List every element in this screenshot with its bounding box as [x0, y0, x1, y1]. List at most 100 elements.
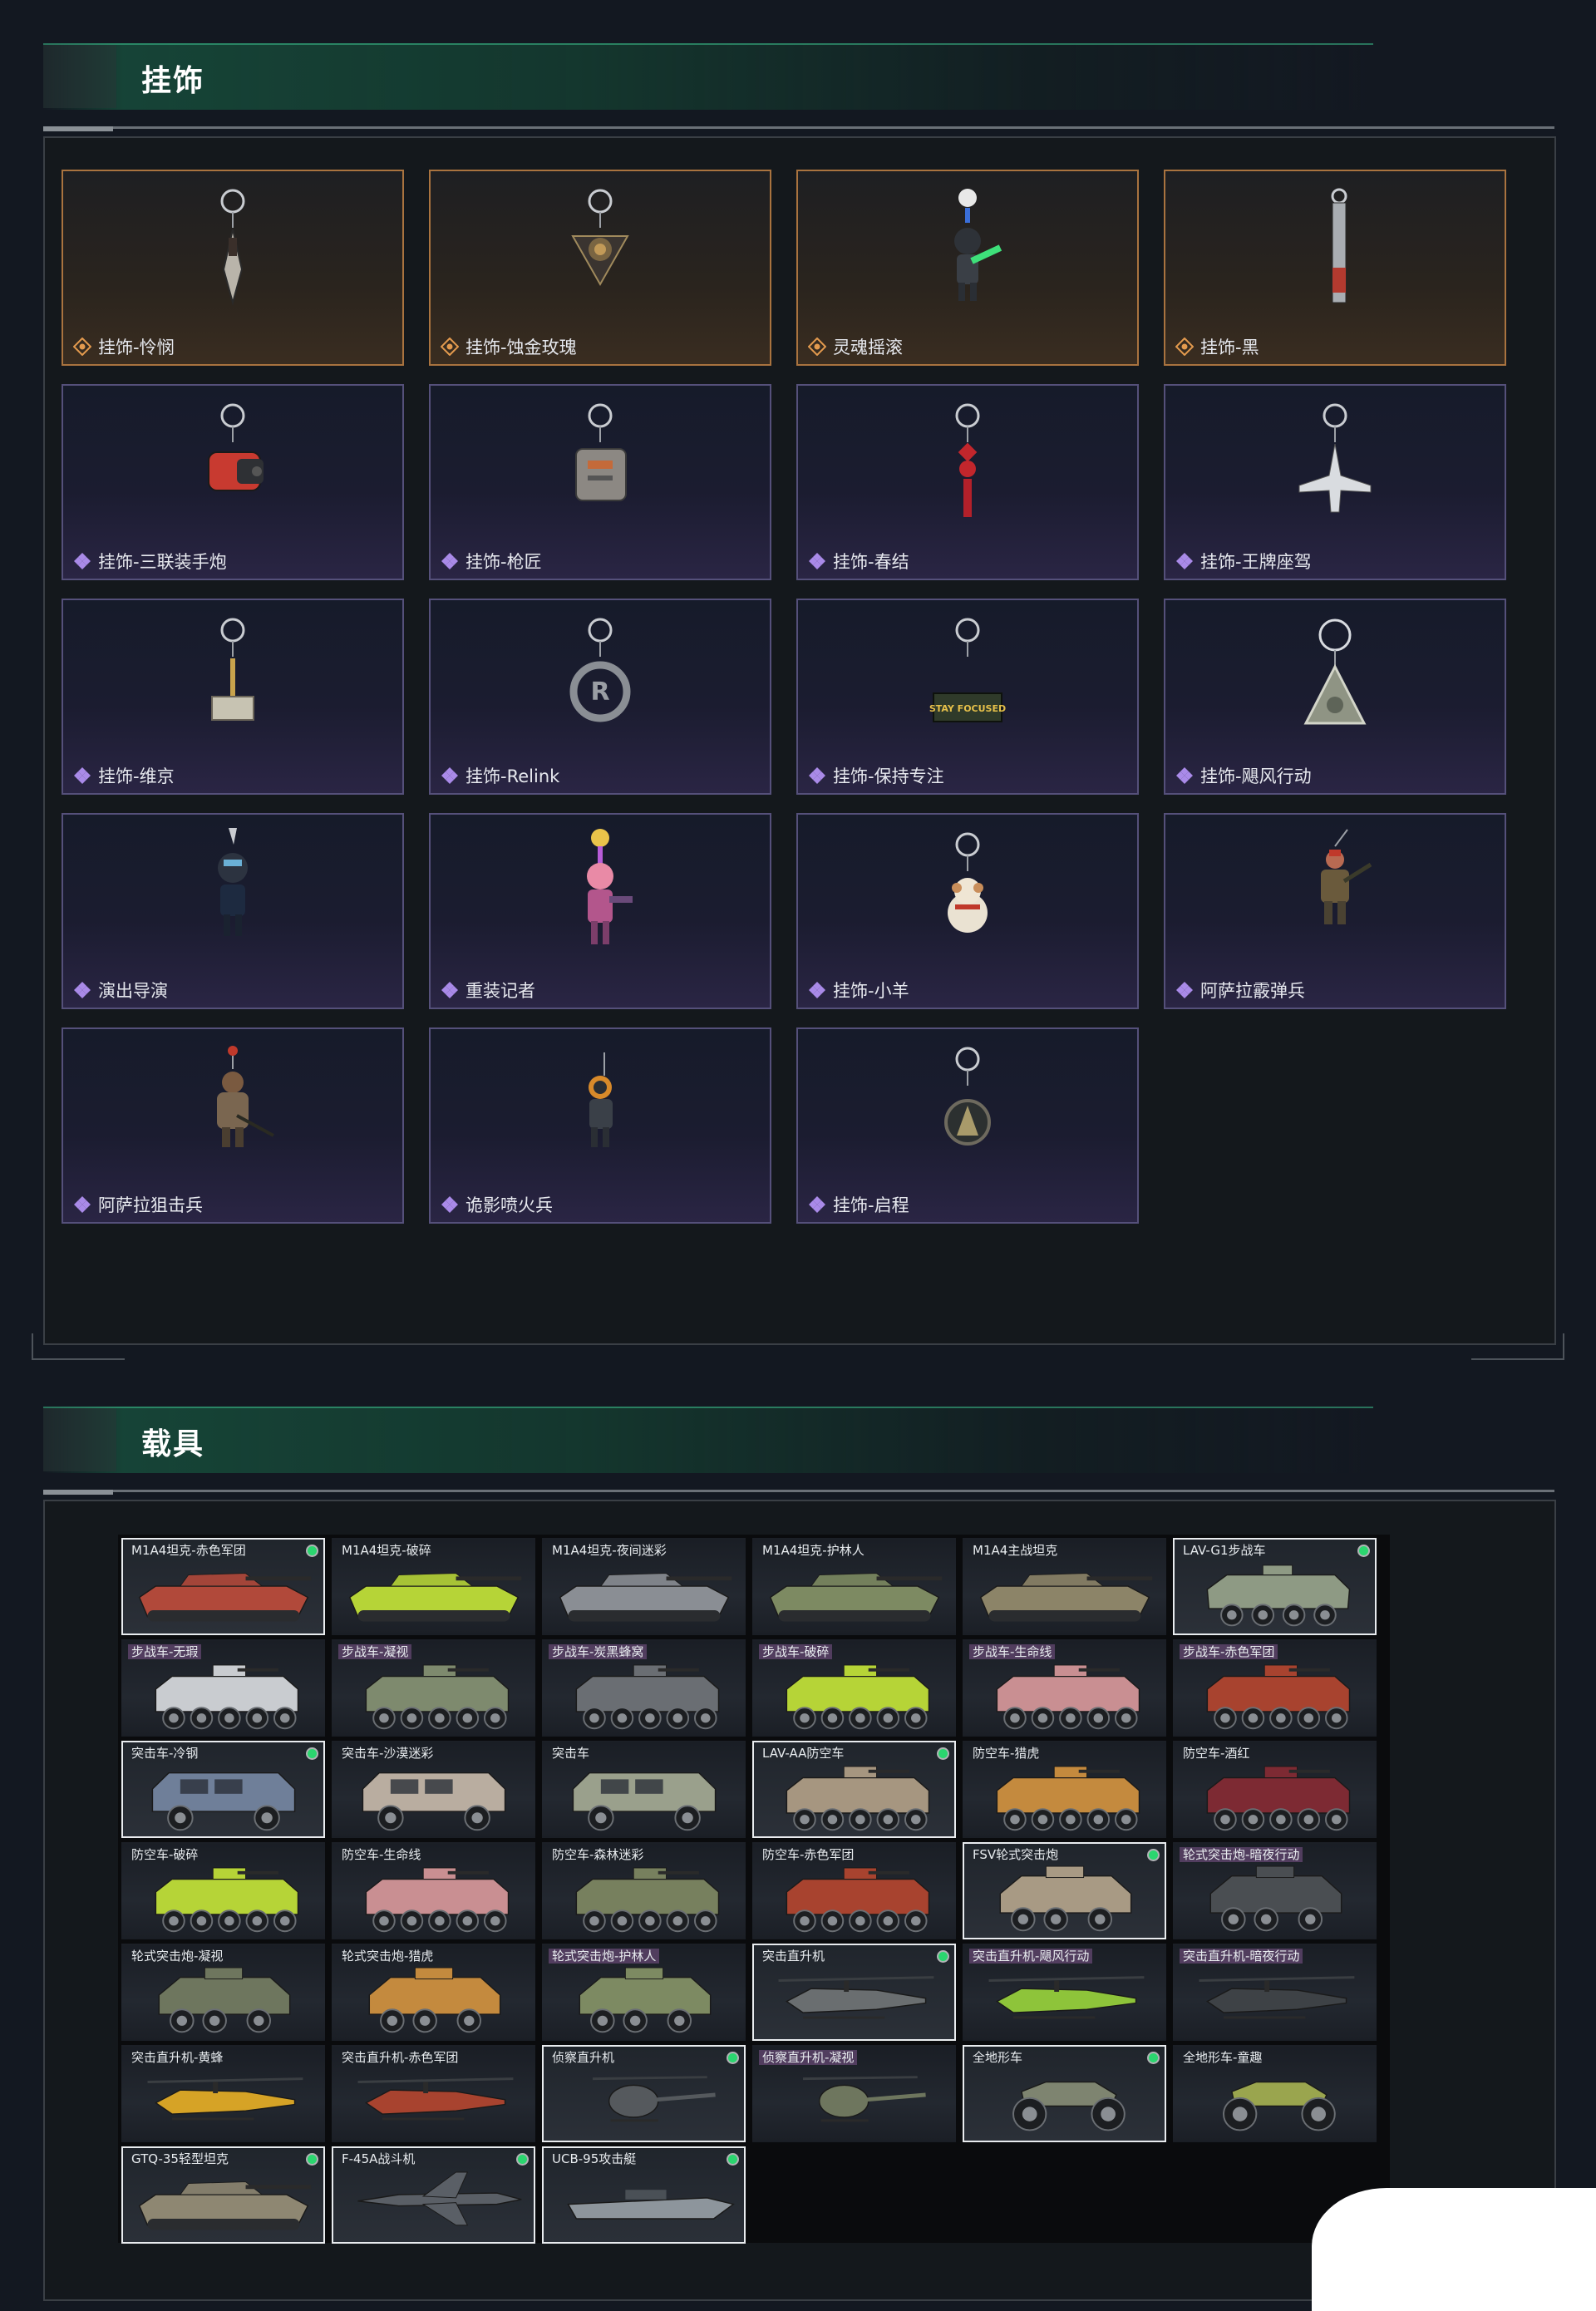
charm-card[interactable]: 挂饰-蚀金玫瑰: [429, 170, 771, 366]
charm-card[interactable]: 演出导演: [62, 813, 404, 1009]
vehicle-card[interactable]: 防空车-破碎: [121, 1842, 325, 1939]
vehicle-card[interactable]: M1A4坦克-赤色军团: [121, 1538, 325, 1635]
vehicle-name: 突击直升机-飓风行动: [969, 1949, 1093, 1964]
vehicle-card[interactable]: M1A4主战坦克: [963, 1538, 1166, 1635]
vehicle-name: GTQ-35轻型坦克: [131, 2151, 229, 2166]
charm-card[interactable]: 挂饰-飓风行动: [1164, 599, 1506, 795]
charm-label-row: 阿萨拉霰弹兵: [1175, 978, 1305, 1003]
vehicle-name: 防空车-赤色军团: [762, 1847, 855, 1862]
vehicle-card[interactable]: LAV-AA防空车: [752, 1741, 956, 1838]
vehicles-section-title: 载具: [141, 1427, 205, 1461]
vehicle-card[interactable]: 防空车-酒红: [1173, 1741, 1377, 1838]
owned-status-dot: [1359, 1546, 1368, 1555]
vehicle-card[interactable]: 全地形车: [963, 2045, 1166, 2142]
charm-label-row: 挂饰-黑: [1175, 334, 1259, 359]
vehicle-card[interactable]: 侦察直升机-凝视: [752, 2045, 956, 2142]
charms-grid: 挂饰-怜悯 挂饰-蚀金玫瑰 灵魂摇滚 挂饰-黑 挂饰-三联装手炮 挂饰-枪匠 挂…: [62, 170, 1506, 1224]
charm-card[interactable]: 阿萨拉狙击兵: [62, 1027, 404, 1224]
vehicle-card[interactable]: 步战车-生命线: [963, 1639, 1166, 1737]
vehicle-card[interactable]: GTQ-35轻型坦克: [121, 2146, 325, 2244]
epic-rarity-icon: [1176, 553, 1193, 569]
vehicle-card[interactable]: F-45A战斗机: [332, 2146, 535, 2244]
vehicle-name: 步战车-无瑕: [128, 1644, 202, 1659]
epic-rarity-icon: [809, 767, 825, 784]
charm-triangle-icon: [1303, 618, 1367, 725]
charm-name: 挂饰-小羊: [833, 981, 909, 1001]
charm-jet-icon: [1298, 403, 1372, 513]
vehicle-card[interactable]: M1A4坦克-夜间迷彩: [542, 1538, 746, 1635]
owned-status-dot: [728, 2155, 737, 2164]
vehicle-card[interactable]: M1A4坦克-破碎: [332, 1538, 535, 1635]
charm-card[interactable]: 挂饰-维京: [62, 599, 404, 795]
charm-card[interactable]: 灵魂摇滚: [796, 170, 1139, 366]
vehicle-card[interactable]: 步战车-破碎: [752, 1639, 956, 1737]
vehicle-card[interactable]: M1A4坦克-护林人: [752, 1538, 956, 1635]
vehicle-card[interactable]: 突击直升机-暗夜行动: [1173, 1944, 1377, 2041]
charm-label-row: 挂饰-王牌座驾: [1175, 549, 1312, 574]
vehicle-name: 突击直升机-暗夜行动: [1180, 1949, 1303, 1964]
charm-card[interactable]: 阿萨拉霰弹兵: [1164, 813, 1506, 1009]
vehicle-card[interactable]: 轮式突击炮-护林人: [542, 1944, 746, 2041]
vehicle-card[interactable]: LAV-G1步战车: [1173, 1538, 1377, 1635]
charm-card[interactable]: 挂饰-黑: [1164, 170, 1506, 366]
charm-kunai-icon: [220, 189, 245, 306]
vehicle-name: 轮式突击炮-猎虎: [342, 1949, 434, 1964]
vehicle-name: 步战车-炭黑蜂窝: [549, 1644, 648, 1659]
vehicles-section-header: 载具: [43, 1407, 1373, 1473]
vehicle-name: 防空车-森林迷彩: [552, 1847, 644, 1862]
vehicle-card[interactable]: 全地形车-童趣: [1173, 2045, 1377, 2142]
vehicle-card[interactable]: 防空车-猎虎: [963, 1741, 1166, 1838]
vehicle-card[interactable]: 突击车-沙漠迷彩: [332, 1741, 535, 1838]
vehicle-card[interactable]: FSV轮式突击炮: [963, 1842, 1166, 1939]
charm-label-row: 挂饰-怜悯: [73, 334, 175, 359]
vehicle-card[interactable]: 突击直升机-赤色军团: [332, 2045, 535, 2142]
charm-card[interactable]: 挂饰-枪匠: [429, 384, 771, 580]
charm-soldier-red-icon: [1321, 829, 1372, 924]
epic-rarity-icon: [809, 982, 825, 998]
epic-rarity-icon: [74, 982, 91, 998]
vehicle-card[interactable]: 突击车: [542, 1741, 746, 1838]
vehicle-name: 步战车-赤色军团: [1180, 1644, 1278, 1659]
vehicle-card[interactable]: 突击直升机-飓风行动: [963, 1944, 1166, 2041]
charm-card[interactable]: 挂饰-怜悯: [62, 170, 404, 366]
vehicle-card[interactable]: 突击直升机: [752, 1944, 956, 2041]
vehicle-card[interactable]: 步战车-赤色军团: [1173, 1639, 1377, 1737]
epic-rarity-icon: [74, 553, 91, 569]
vehicle-card[interactable]: 轮式突击炮-暗夜行动: [1173, 1842, 1377, 1939]
owned-status-dot: [938, 1749, 948, 1758]
vehicle-card[interactable]: 突击直升机-黄蜂: [121, 2045, 325, 2142]
vehicle-card[interactable]: 防空车-赤色军团: [752, 1842, 956, 1939]
epic-rarity-icon: [809, 1196, 825, 1213]
vehicle-card[interactable]: 侦察直升机: [542, 2045, 746, 2142]
charm-card[interactable]: 挂饰-王牌座驾: [1164, 384, 1506, 580]
charm-card[interactable]: 挂饰-春结: [796, 384, 1139, 580]
charm-ring-icon: R: [569, 618, 631, 722]
charm-name: 阿萨拉狙击兵: [98, 1195, 203, 1215]
legendary-rarity-icon: [1175, 338, 1194, 356]
charm-card[interactable]: R 挂饰-Relink: [429, 599, 771, 795]
vehicle-card[interactable]: UCB-95攻击艇: [542, 2146, 746, 2244]
charm-cannon-icon: [208, 403, 264, 491]
vehicle-card[interactable]: 步战车-凝视: [332, 1639, 535, 1737]
vehicle-card[interactable]: 防空车-生命线: [332, 1842, 535, 1939]
charm-card[interactable]: 挂饰-小羊: [796, 813, 1139, 1009]
vehicle-card[interactable]: 轮式突击炮-凝视: [121, 1944, 325, 2041]
charm-label-row: 灵魂摇滚: [808, 334, 903, 359]
charm-card[interactable]: STAY FOCUSED 挂饰-保持专注: [796, 599, 1139, 795]
charm-card[interactable]: 挂饰-启程: [796, 1027, 1139, 1224]
epic-rarity-icon: [74, 767, 91, 784]
vehicle-name: 轮式突击炮-凝视: [131, 1949, 224, 1964]
vehicle-card[interactable]: 步战车-炭黑蜂窝: [542, 1639, 746, 1737]
charm-name: 挂饰-Relink: [466, 766, 560, 786]
vehicle-card[interactable]: 步战车-无瑕: [121, 1639, 325, 1737]
charm-card[interactable]: 重装记者: [429, 813, 771, 1009]
charm-card[interactable]: 挂饰-三联装手炮: [62, 384, 404, 580]
vehicle-card[interactable]: 轮式突击炮-猎虎: [332, 1944, 535, 2041]
epic-rarity-icon: [74, 1196, 91, 1213]
vehicle-card[interactable]: 突击车-冷钢: [121, 1741, 325, 1838]
vehicle-card[interactable]: 防空车-森林迷彩: [542, 1842, 746, 1939]
charm-card[interactable]: 诡影喷火兵: [429, 1027, 771, 1224]
charm-label-row: 阿萨拉狙击兵: [73, 1192, 203, 1217]
charm-sheep-icon: [948, 832, 988, 933]
vehicle-name: UCB-95攻击艇: [552, 2151, 637, 2166]
